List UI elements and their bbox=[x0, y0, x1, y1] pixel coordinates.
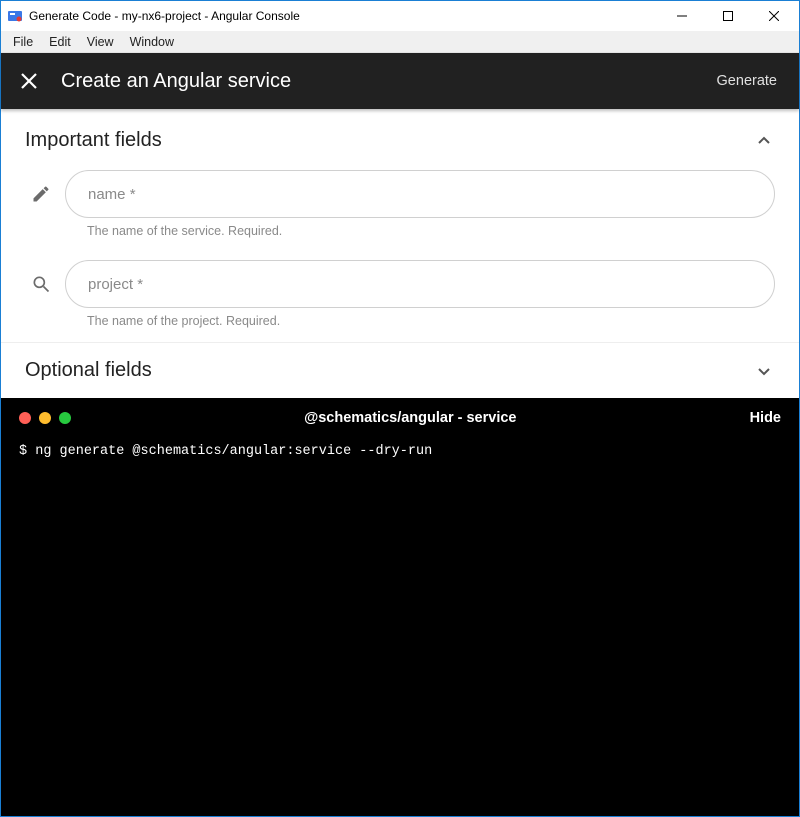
section-optional-title: Optional fields bbox=[25, 359, 753, 382]
traffic-yellow-icon bbox=[39, 412, 51, 424]
menu-edit[interactable]: Edit bbox=[41, 33, 79, 51]
traffic-lights bbox=[19, 412, 71, 424]
terminal-prompt: $ bbox=[19, 444, 27, 459]
terminal: @schematics/angular - service Hide $ ng … bbox=[1, 398, 799, 816]
maximize-button[interactable] bbox=[705, 1, 751, 31]
terminal-hide-button[interactable]: Hide bbox=[750, 410, 781, 426]
project-input[interactable] bbox=[65, 260, 775, 308]
form-area: Important fields The name of the service… bbox=[1, 109, 799, 398]
close-button[interactable] bbox=[751, 1, 797, 31]
section-important-header[interactable]: Important fields bbox=[1, 109, 799, 162]
minimize-button[interactable] bbox=[659, 1, 705, 31]
field-row-project: The name of the project. Required. bbox=[1, 252, 799, 342]
menubar: File Edit View Window bbox=[1, 31, 799, 53]
menu-file[interactable]: File bbox=[5, 33, 41, 51]
search-icon bbox=[25, 260, 57, 294]
chevron-down-icon bbox=[753, 360, 775, 382]
titlebar: Generate Code - my-nx6-project - Angular… bbox=[1, 1, 799, 31]
pencil-icon bbox=[25, 170, 57, 204]
page-title: Create an Angular service bbox=[61, 70, 291, 93]
name-hint: The name of the service. Required. bbox=[87, 224, 775, 238]
terminal-title: @schematics/angular - service bbox=[71, 410, 750, 426]
close-icon[interactable] bbox=[19, 71, 39, 91]
traffic-red-icon bbox=[19, 412, 31, 424]
project-hint: The name of the project. Required. bbox=[87, 314, 775, 328]
generate-button[interactable]: Generate bbox=[713, 65, 781, 97]
window-title: Generate Code - my-nx6-project - Angular… bbox=[29, 9, 300, 23]
terminal-header: @schematics/angular - service Hide bbox=[1, 398, 799, 438]
menu-window[interactable]: Window bbox=[122, 33, 182, 51]
chevron-up-icon bbox=[753, 130, 775, 152]
field-row-name: The name of the service. Required. bbox=[1, 162, 799, 252]
app-window: Generate Code - my-nx6-project - Angular… bbox=[0, 0, 800, 817]
name-input[interactable] bbox=[65, 170, 775, 218]
page-header: Create an Angular service Generate bbox=[1, 53, 799, 109]
app-icon bbox=[7, 8, 23, 24]
traffic-green-icon bbox=[59, 412, 71, 424]
section-optional-header[interactable]: Optional fields bbox=[1, 342, 799, 398]
terminal-command: ng generate @schematics/angular:service … bbox=[35, 444, 432, 459]
terminal-body[interactable]: $ ng generate @schematics/angular:servic… bbox=[1, 438, 799, 466]
section-important-title: Important fields bbox=[25, 129, 753, 152]
menu-view[interactable]: View bbox=[79, 33, 122, 51]
